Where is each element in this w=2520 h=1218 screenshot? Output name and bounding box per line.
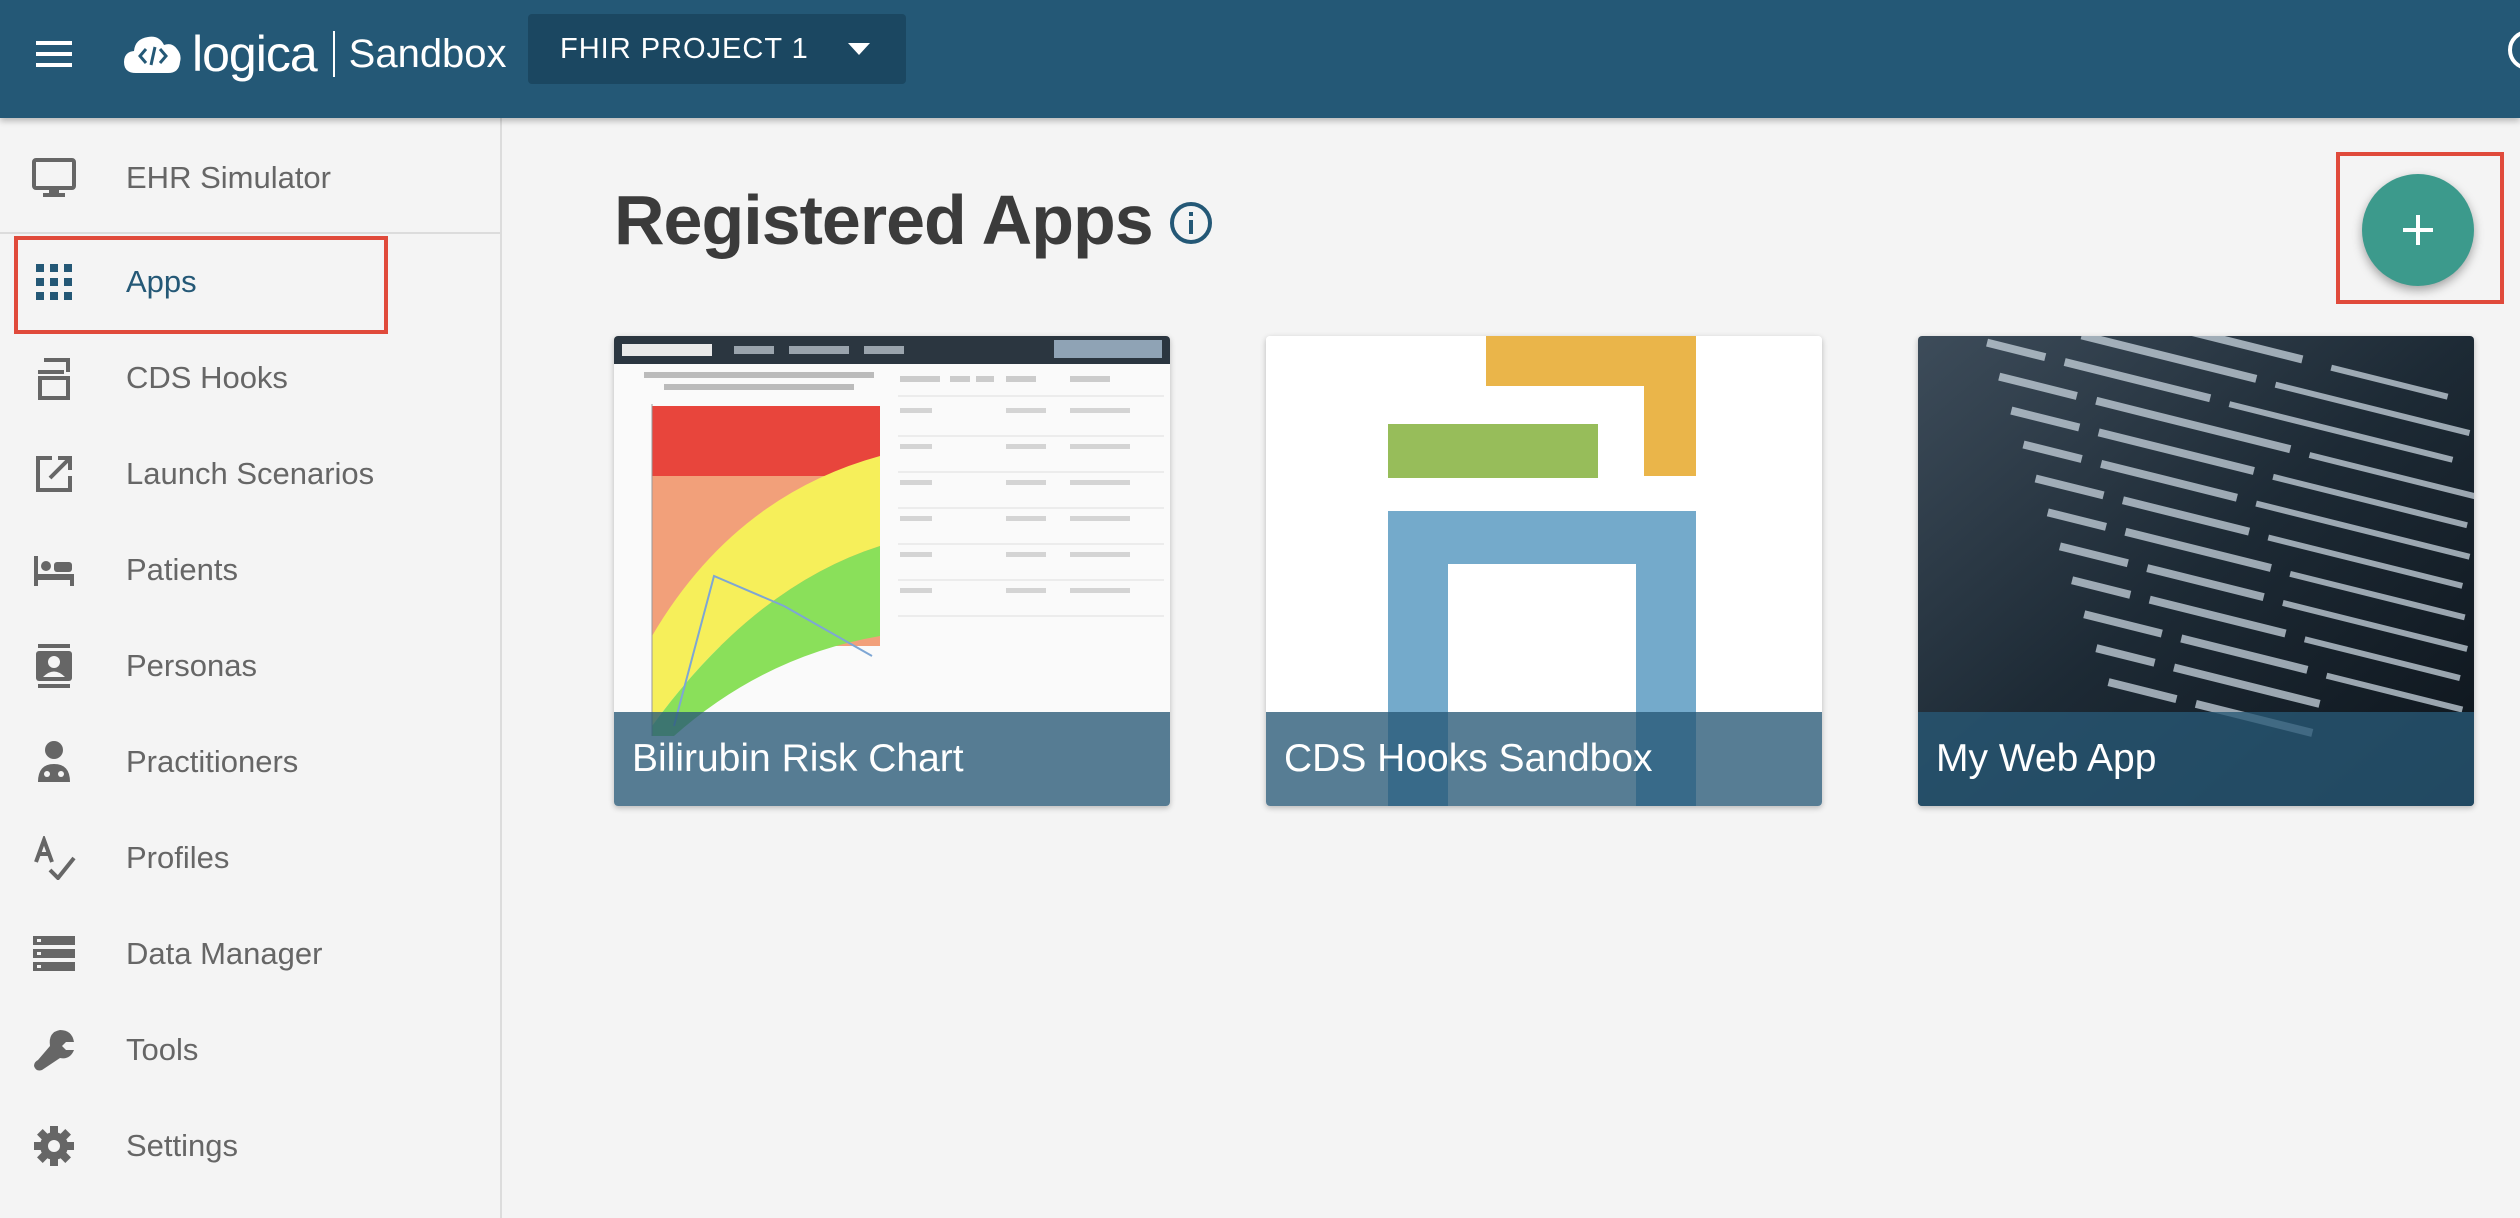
add-app-button[interactable] [2362,174,2474,286]
app-card-caption: My Web App [1918,712,2474,806]
sidebar-item-tools[interactable]: Tools [0,1002,500,1098]
info-icon[interactable] [1168,200,1214,246]
app-card-cds-hooks-sandbox[interactable]: CDS Hooks Sandbox [1266,336,1822,806]
product-name: Sandbox [348,31,507,76]
sidebar-item-personas[interactable]: Personas [0,618,500,714]
apps-grid-icon [30,258,78,306]
app-card-my-web-app[interactable]: My Web App [1918,336,2474,806]
sidebar-item-label: Tools [126,1032,199,1067]
logo-text: logica [192,26,318,82]
cds-hooks-icon [30,354,78,402]
storage-icon [30,930,78,978]
project-selector[interactable]: FHIR PROJECT 1 [528,14,906,84]
sidebar-item-label: Settings [126,1128,239,1163]
sidebar-item-settings[interactable]: Settings [0,1098,500,1194]
sidebar-item-data-manager[interactable]: Data Manager [0,906,500,1002]
wrench-icon [30,1026,78,1074]
project-label: FHIR PROJECT 1 [560,32,809,65]
user-avatar[interactable] [2508,30,2520,70]
sidebar-item-label: Data Manager [126,936,323,971]
doctor-icon [30,738,78,786]
sidebar-item-label: Profiles [126,840,230,875]
sidebar-nav: EHR Simulator Apps CDS Hooks Launch Scen… [0,118,502,1218]
caret-down-icon [848,43,870,55]
sidebar-item-label: Launch Scenarios [126,456,375,491]
sidebar-item-patients[interactable]: Patients [0,522,500,618]
cloud-code-icon [124,36,181,73]
bed-icon [30,546,78,594]
app-card-bilirubin[interactable]: Bilirubin Risk Chart [614,336,1170,806]
sidebar-item-label: Patients [126,552,239,587]
sidebar-item-label: CDS Hooks [126,360,288,395]
sidebar-item-launch-scenarios[interactable]: Launch Scenarios [0,426,500,522]
logo-divider [332,31,335,77]
monitor-icon [30,154,78,202]
plus-icon [2403,215,2433,245]
sidebar-item-cds-hooks[interactable]: CDS Hooks [0,330,500,426]
sidebar-item-ehr-simulator[interactable]: EHR Simulator [0,130,500,226]
app-card-title: CDS Hooks Sandbox [1284,737,1653,780]
app-card-caption: Bilirubin Risk Chart [614,712,1170,806]
sidebar-item-profiles[interactable]: Profiles [0,810,500,906]
sidebar-item-label: Personas [126,648,257,683]
top-app-bar: logica Sandbox FHIR PROJECT 1 [0,0,2520,118]
hamburger-menu-button[interactable] [30,30,78,78]
sidebar-item-practitioners[interactable]: Practitioners [0,714,500,810]
app-card-title: Bilirubin Risk Chart [632,737,964,780]
contact-card-icon [30,642,78,690]
app-card-caption: CDS Hooks Sandbox [1266,712,1822,806]
app-card-title: My Web App [1936,737,2157,780]
spellcheck-icon [30,834,78,882]
sidebar-item-label: EHR Simulator [126,160,331,195]
gear-icon [30,1122,78,1170]
sidebar-item-label: Practitioners [126,744,299,779]
sidebar-item-label: Apps [126,264,197,299]
page-title: Registered Apps [614,181,1154,259]
menu-icon [36,41,72,67]
launch-icon [30,450,78,498]
sidebar-item-apps[interactable]: Apps [0,234,500,330]
logica-logo[interactable]: logica Sandbox [122,18,507,90]
